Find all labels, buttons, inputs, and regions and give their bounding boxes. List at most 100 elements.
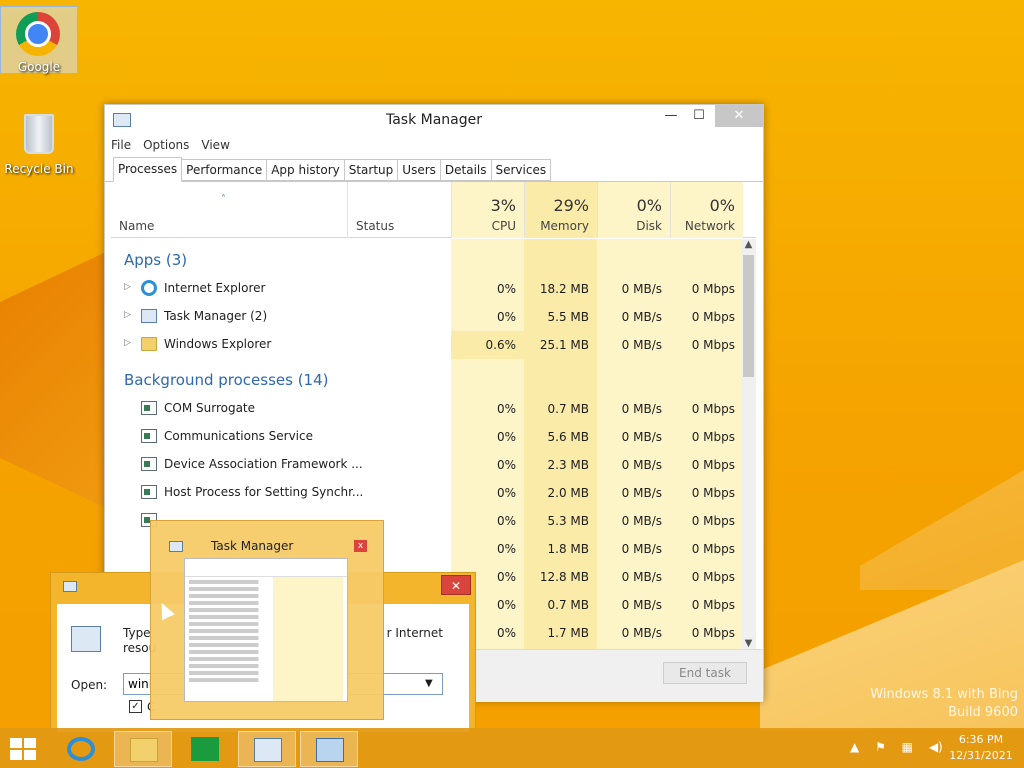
cpu-total: 3% bbox=[490, 196, 516, 215]
cell-cpu: 0% bbox=[496, 310, 516, 324]
desktop-icon-recycle-bin[interactable]: Recycle Bin bbox=[2, 110, 76, 176]
tab-strip: Processes Performance App history Startu… bbox=[113, 157, 552, 182]
network-icon[interactable]: ▦ bbox=[902, 740, 913, 754]
run-description-part: Type bbox=[123, 626, 151, 640]
taskbar: ▲ ⚑ ▦ ◀) 6:36 PM 12/31/2021 bbox=[0, 728, 1024, 768]
table-row[interactable]: ▷ Internet Explorer 0% 18.2 MB 0 MB/s 0 … bbox=[111, 275, 741, 303]
cell-network: 0 Mbps bbox=[691, 402, 735, 416]
header-memory[interactable]: 29% Memory bbox=[524, 182, 597, 238]
cell-disk: 0 MB/s bbox=[621, 598, 662, 612]
vertical-scrollbar[interactable]: ▲ ▼ bbox=[741, 239, 756, 649]
table-row[interactable]: Host Process for Setting Synchr... 0% 2.… bbox=[111, 479, 741, 507]
cell-disk: 0 MB/s bbox=[621, 542, 662, 556]
process-name: Windows Explorer bbox=[164, 337, 272, 351]
cell-disk: 0 MB/s bbox=[621, 458, 662, 472]
menu-options[interactable]: Options bbox=[137, 135, 195, 155]
cell-memory: 25.1 MB bbox=[539, 338, 589, 352]
chevron-down-icon[interactable]: ▼ bbox=[425, 678, 433, 689]
table-row[interactable]: Device Association Framework ... 0% 2.3 … bbox=[111, 451, 741, 479]
action-center-flag-icon[interactable]: ⚑ bbox=[875, 740, 886, 754]
task-manager-icon bbox=[141, 309, 157, 323]
tab-startup[interactable]: Startup bbox=[344, 159, 399, 181]
run-icon bbox=[63, 581, 77, 592]
cell-disk: 0 MB/s bbox=[621, 626, 662, 640]
scroll-thumb[interactable] bbox=[743, 255, 754, 377]
cell-network: 0 Mbps bbox=[691, 598, 735, 612]
preview-thumbnail bbox=[184, 558, 348, 702]
group-apps[interactable]: Apps (3) bbox=[111, 239, 741, 275]
volume-icon[interactable]: ◀) bbox=[929, 740, 943, 754]
tab-performance[interactable]: Performance bbox=[182, 159, 268, 181]
header-cpu[interactable]: 3% CPU bbox=[451, 182, 524, 238]
tab-app-history[interactable]: App history bbox=[267, 159, 345, 181]
cell-memory: 12.8 MB bbox=[539, 570, 589, 584]
header-status[interactable]: Status bbox=[347, 182, 451, 238]
cell-cpu: 0% bbox=[496, 458, 516, 472]
header-network[interactable]: 0% Network bbox=[670, 182, 743, 238]
start-button[interactable] bbox=[10, 738, 38, 760]
taskbar-store[interactable] bbox=[176, 731, 234, 767]
show-hidden-icons-icon[interactable]: ▲ bbox=[850, 740, 859, 754]
tab-users[interactable]: Users bbox=[398, 159, 441, 181]
maximize-button[interactable]: ☐ bbox=[685, 105, 713, 127]
tab-details[interactable]: Details bbox=[440, 159, 492, 181]
taskbar-internet-explorer[interactable] bbox=[52, 731, 110, 767]
cell-network: 0 Mbps bbox=[691, 430, 735, 444]
cell-memory: 0.7 MB bbox=[547, 402, 589, 416]
desktop-icon-google[interactable]: Google bbox=[2, 8, 76, 74]
system-tray: ▲ ⚑ ▦ ◀) bbox=[850, 740, 955, 754]
taskbar-file-explorer[interactable] bbox=[114, 731, 172, 767]
taskbar-task-manager[interactable] bbox=[238, 731, 296, 767]
preview-close-button[interactable]: x bbox=[354, 540, 367, 552]
title-bar[interactable]: Task Manager — ☐ ✕ bbox=[105, 105, 763, 135]
header-network-label: Network bbox=[684, 219, 735, 233]
cell-network: 0 Mbps bbox=[691, 514, 735, 528]
expand-arrow-icon[interactable]: ▷ bbox=[124, 310, 131, 320]
column-header: ˄ Name Status 3% CPU 29% Memory 0% Disk … bbox=[111, 182, 756, 238]
run-close-button[interactable]: ✕ bbox=[441, 575, 471, 595]
desktop-icon-label: Recycle Bin bbox=[4, 162, 74, 176]
group-background-processes[interactable]: Background processes (14) bbox=[111, 359, 741, 395]
windows-logo-icon bbox=[10, 738, 22, 748]
header-name-label: Name bbox=[119, 219, 155, 233]
header-name[interactable]: Name bbox=[111, 182, 347, 238]
end-task-button[interactable]: End task bbox=[663, 662, 747, 684]
store-icon bbox=[191, 737, 219, 761]
table-row[interactable]: COM Surrogate 0% 0.7 MB 0 MB/s 0 Mbps bbox=[111, 395, 741, 423]
table-row[interactable]: Communications Service 0% 5.6 MB 0 MB/s … bbox=[111, 423, 741, 451]
process-name: Task Manager (2) bbox=[164, 309, 268, 323]
taskbar-run[interactable] bbox=[300, 731, 358, 767]
disk-total: 0% bbox=[636, 196, 662, 215]
tab-services[interactable]: Services bbox=[491, 159, 552, 181]
scroll-up-icon[interactable]: ▲ bbox=[741, 239, 756, 250]
close-button[interactable]: ✕ bbox=[715, 105, 763, 127]
cell-cpu: 0% bbox=[496, 430, 516, 444]
group-title: Apps (3) bbox=[124, 251, 188, 269]
cell-cpu: 0% bbox=[496, 514, 516, 528]
cell-memory: 0.7 MB bbox=[547, 598, 589, 612]
network-total: 0% bbox=[709, 196, 735, 215]
clock[interactable]: 6:36 PM 12/31/2021 bbox=[944, 732, 1018, 764]
service-icon bbox=[141, 401, 157, 415]
taskbar-preview[interactable]: Task Manager x bbox=[150, 520, 384, 720]
admin-checkbox[interactable]: ✓ bbox=[129, 700, 142, 713]
menu-view[interactable]: View bbox=[195, 135, 235, 155]
cell-network: 0 Mbps bbox=[691, 282, 735, 296]
table-row[interactable]: ▷ Windows Explorer 0.6% 25.1 MB 0 MB/s 0… bbox=[111, 331, 741, 359]
watermark-line: Build 9600 bbox=[948, 705, 1018, 720]
cell-disk: 0 MB/s bbox=[621, 338, 662, 352]
os-watermark: Windows 8.1 with Bing Build 9600 bbox=[870, 686, 1018, 722]
expand-arrow-icon[interactable]: ▷ bbox=[124, 338, 131, 348]
expand-arrow-icon[interactable]: ▷ bbox=[124, 282, 131, 292]
header-cpu-label: CPU bbox=[491, 219, 516, 233]
task-manager-icon bbox=[254, 738, 282, 762]
chrome-icon bbox=[16, 12, 62, 58]
header-disk[interactable]: 0% Disk bbox=[597, 182, 670, 238]
scroll-down-icon[interactable]: ▼ bbox=[741, 638, 756, 649]
menu-file[interactable]: File bbox=[105, 135, 137, 155]
table-row[interactable]: ▷ Task Manager (2) 0% 5.5 MB 0 MB/s 0 Mb… bbox=[111, 303, 741, 331]
cell-memory: 5.3 MB bbox=[547, 514, 589, 528]
tab-processes[interactable]: Processes bbox=[113, 157, 183, 182]
clock-date: 12/31/2021 bbox=[949, 749, 1013, 762]
minimize-button[interactable]: — bbox=[657, 105, 685, 127]
